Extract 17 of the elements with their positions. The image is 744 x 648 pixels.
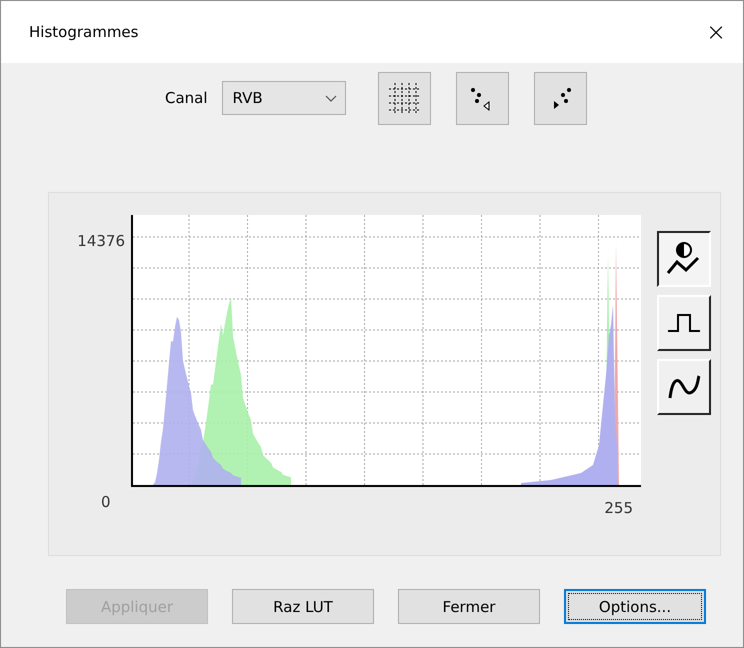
y-min-label: 0 bbox=[101, 493, 111, 511]
window-title: Histogrammes bbox=[29, 23, 138, 41]
points-button[interactable] bbox=[456, 72, 509, 124]
close-button[interactable]: × bbox=[701, 18, 731, 46]
grid-icon bbox=[387, 81, 422, 115]
dialog-button[interactable]: Options... bbox=[564, 589, 706, 624]
channel-dropdown[interactable]: RVB bbox=[222, 81, 346, 115]
dialog-button[interactable]: Raz LUT bbox=[232, 589, 374, 624]
points-button[interactable] bbox=[534, 72, 587, 124]
curve-mode-button[interactable] bbox=[657, 231, 711, 287]
step-pulse-icon bbox=[666, 311, 702, 335]
dialog-button[interactable]: Fermer bbox=[398, 589, 540, 624]
channel-label: Canal bbox=[165, 89, 208, 107]
chevron-icon bbox=[324, 94, 337, 102]
x-max-label: 255 bbox=[604, 499, 633, 517]
grid-toggle-button[interactable] bbox=[378, 72, 431, 124]
y-max-label: 14376 bbox=[77, 232, 125, 250]
